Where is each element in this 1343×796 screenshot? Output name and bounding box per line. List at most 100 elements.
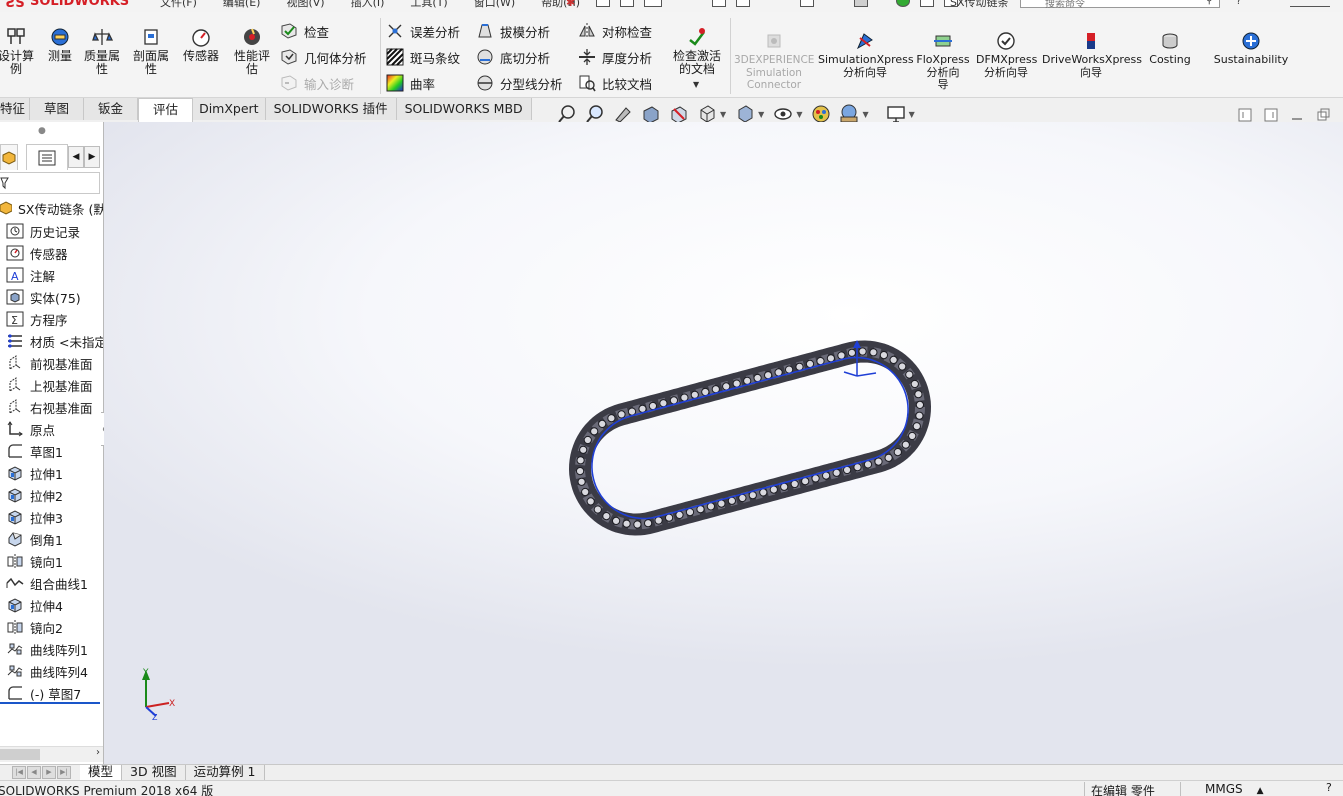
- help-icon[interactable]: ?: [1236, 0, 1241, 7]
- tab-features[interactable]: 特征: [0, 98, 31, 120]
- tab-property-manager[interactable]: [26, 144, 68, 170]
- sensor-button[interactable]: 传感器: [178, 26, 224, 63]
- chevron-down-icon[interactable]: ▼: [796, 110, 802, 119]
- feature-tree-item[interactable]: 拉伸3: [6, 506, 103, 528]
- feature-tree-root[interactable]: SX传动链条 (默认: [0, 198, 103, 218]
- feature-tree-filter[interactable]: [0, 172, 100, 194]
- tab-evaluate[interactable]: 评估: [138, 98, 194, 122]
- tab-3d-views[interactable]: 3D 视图: [122, 765, 186, 781]
- chevron-left-icon[interactable]: ◀: [68, 146, 84, 168]
- select-icon[interactable]: [854, 0, 868, 7]
- thickness-analysis-button[interactable]: 厚度分析: [578, 46, 652, 68]
- undo-icon[interactable]: [800, 0, 814, 7]
- menu-edit[interactable]: 编辑(E): [223, 0, 261, 9]
- feature-tree-item[interactable]: 原点: [6, 418, 103, 440]
- performance-evaluation-button[interactable]: 性能评 估: [230, 26, 274, 76]
- feature-tree-item[interactable]: 镜向2: [6, 616, 103, 638]
- model-view[interactable]: Y X Z: [104, 122, 1343, 764]
- feature-tree-item[interactable]: 曲线阵列4: [6, 660, 103, 682]
- previous-tab-icon[interactable]: ◀: [27, 766, 41, 779]
- pin-icon[interactable]: ✱: [566, 0, 582, 10]
- parting-line-analysis-button[interactable]: 分型线分析: [476, 72, 563, 94]
- feature-tree-item[interactable]: 右视基准面: [6, 396, 103, 418]
- feature-tree-item[interactable]: 拉伸2: [6, 484, 103, 506]
- rollback-bar[interactable]: [0, 702, 100, 704]
- undercut-analysis-button[interactable]: 底切分析: [476, 46, 550, 68]
- search-icon[interactable]: ⚲: [1206, 0, 1213, 6]
- restore-left-icon[interactable]: [1238, 108, 1252, 122]
- window-controls[interactable]: [1290, 0, 1330, 7]
- tab-model[interactable]: 模型: [80, 765, 123, 781]
- rebuild-icon[interactable]: [896, 0, 910, 7]
- feature-tree-item[interactable]: 倒角1: [6, 528, 103, 550]
- tab-sheet-metal[interactable]: 钣金: [84, 98, 139, 120]
- chevron-down-icon[interactable]: ▼: [909, 110, 915, 119]
- feature-tree-item[interactable]: 拉伸1: [6, 462, 103, 484]
- import-diagnostics-button[interactable]: 输入诊断: [280, 72, 354, 94]
- zebra-stripes-button[interactable]: 斑马条纹: [386, 46, 460, 68]
- chain-model[interactable]: [569, 340, 931, 536]
- dfmxpress-button[interactable]: DFMXpress 分析向导: [976, 30, 1037, 79]
- tab-solidworks-mbd[interactable]: SOLIDWORKS MBD: [396, 98, 532, 120]
- menu-window[interactable]: 窗口(W): [474, 0, 515, 9]
- feature-tree-item[interactable]: 镜向1: [6, 550, 103, 572]
- floxpress-button[interactable]: FloXpress 分析向 导: [914, 30, 972, 92]
- file-properties-icon[interactable]: [920, 0, 934, 7]
- mass-properties-button[interactable]: 质量属 性: [80, 26, 124, 76]
- maximize-icon[interactable]: [1316, 108, 1330, 122]
- minimize-icon[interactable]: [1290, 108, 1304, 122]
- next-tab-icon[interactable]: ▶: [42, 766, 56, 779]
- feature-tree-item[interactable]: 前视基准面: [6, 352, 103, 374]
- feature-tree-item[interactable]: 拉伸4: [6, 594, 103, 616]
- menu-tools[interactable]: 工具(T): [410, 0, 447, 9]
- deviation-analysis-button[interactable]: 误差分析: [386, 20, 460, 42]
- chevron-right-icon[interactable]: ›: [96, 747, 100, 758]
- new-document-icon[interactable]: [620, 0, 634, 7]
- open-icon[interactable]: [644, 0, 662, 7]
- menu-insert[interactable]: 插入(I): [351, 0, 385, 9]
- check-button[interactable]: 检查: [280, 20, 329, 42]
- chevron-down-icon[interactable]: ▼: [693, 80, 699, 89]
- feature-tree-item[interactable]: 曲线阵列1: [6, 638, 103, 660]
- first-tab-icon[interactable]: |◀: [12, 766, 26, 779]
- section-properties-button[interactable]: 剖面属 性: [128, 26, 174, 76]
- scrollbar-thumb[interactable]: [0, 749, 40, 760]
- feature-tree-item[interactable]: A 注解: [6, 264, 103, 286]
- measure-button[interactable]: 测量: [44, 26, 76, 63]
- tab-sketch[interactable]: 草图: [30, 98, 85, 120]
- costing-button[interactable]: Costing: [1144, 30, 1196, 67]
- menu-file[interactable]: 文件(F): [160, 0, 197, 9]
- panel-grip-icon[interactable]: ●: [38, 126, 46, 136]
- feature-tree-horizontal-scrollbar[interactable]: ›: [0, 746, 103, 762]
- chevron-down-icon[interactable]: ▼: [720, 110, 726, 119]
- graphics-area[interactable]: Y X Z: [104, 122, 1343, 764]
- feature-tree-item[interactable]: 实体(75): [6, 286, 103, 308]
- tab-motion-study-1[interactable]: 运动算例 1: [185, 765, 265, 781]
- tab-feature-tree[interactable]: [0, 144, 18, 170]
- restore-right-icon[interactable]: [1264, 108, 1278, 122]
- tab-solidworks-addins[interactable]: SOLIDWORKS 插件: [265, 98, 397, 120]
- compare-documents-button[interactable]: 比较文档: [578, 72, 652, 94]
- solidworks-logo[interactable]: ƧS SOLIDWORKS: [0, 0, 140, 12]
- feature-tree-item[interactable]: 草图1: [6, 440, 103, 462]
- draft-analysis-button[interactable]: 拔模分析: [476, 20, 550, 42]
- feature-tree-item[interactable]: 上视基准面: [6, 374, 103, 396]
- chevron-down-icon[interactable]: ▼: [862, 110, 868, 119]
- search-commands-input[interactable]: 搜索命令 ⚲: [1020, 0, 1220, 10]
- chevron-down-icon[interactable]: ▼: [758, 110, 764, 119]
- save-icon[interactable]: [712, 0, 726, 7]
- menu-view[interactable]: 视图(V): [286, 0, 324, 9]
- driveworksxpress-button[interactable]: DriveWorksXpress 向导: [1042, 30, 1142, 79]
- geometry-analysis-button[interactable]: 几何体分析: [280, 46, 367, 68]
- feature-tree-item[interactable]: 传感器: [6, 242, 103, 264]
- feature-tree-item[interactable]: 历史记录: [6, 220, 103, 242]
- print-icon[interactable]: [736, 0, 750, 7]
- feature-tree-item[interactable]: Σ 方程序: [6, 308, 103, 330]
- sustainability-button[interactable]: Sustainability: [1210, 30, 1292, 67]
- feature-tree-item[interactable]: 材质 <未指定>: [6, 330, 103, 352]
- check-active-document-button[interactable]: 检查激活 的文档: [666, 26, 728, 76]
- simulationxpress-button[interactable]: SimulationXpress 分析向导: [818, 30, 914, 79]
- 3dexperience-connector-button[interactable]: 3DEXPERIENCE Simulation Connector: [734, 30, 814, 92]
- help-icon[interactable]: ?: [1326, 781, 1342, 795]
- curvature-button[interactable]: 曲率: [386, 72, 435, 94]
